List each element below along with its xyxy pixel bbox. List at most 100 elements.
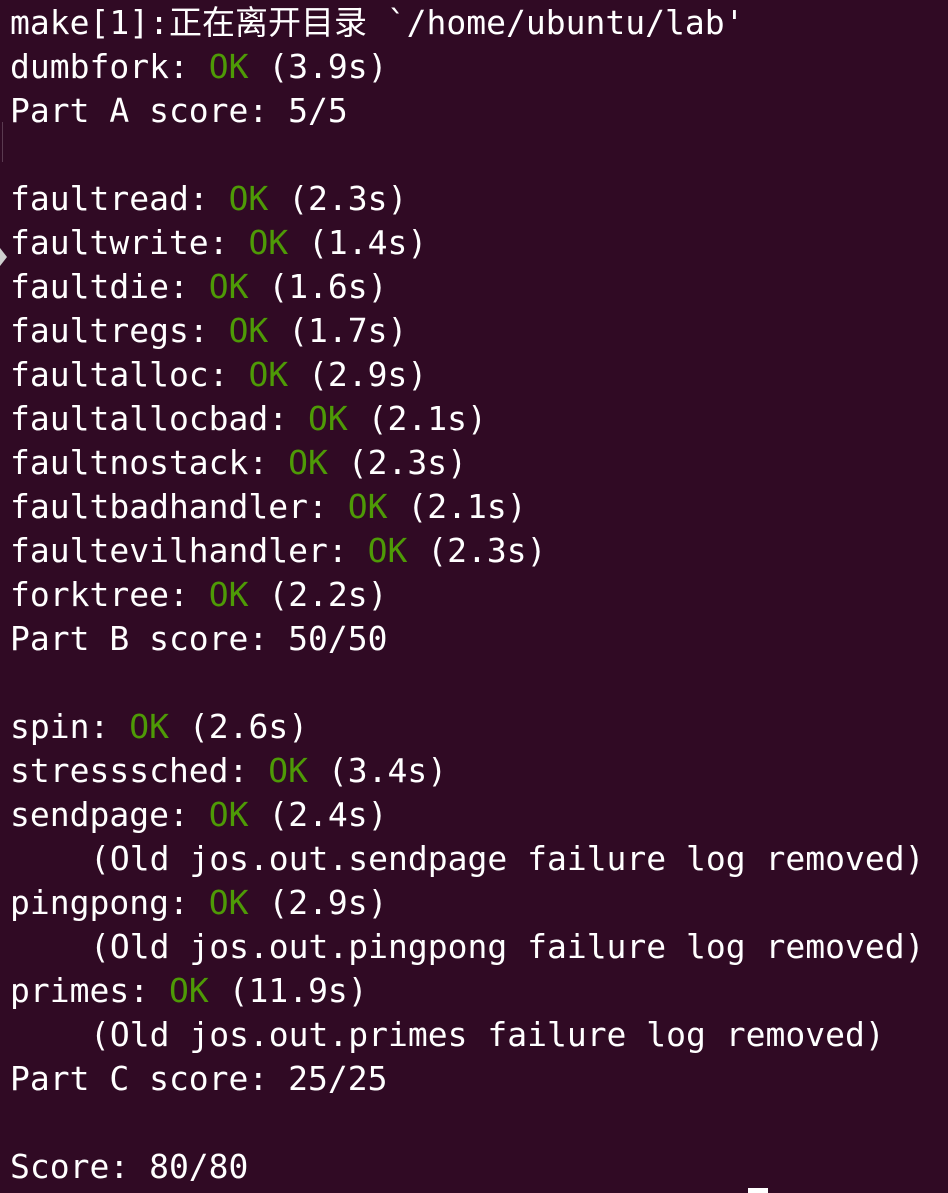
status-ok: OK [208,267,249,306]
status-ok: OK [367,531,408,570]
score-line: Part A score: 5/5 [10,89,945,133]
separator: : [327,531,368,570]
separator: : [188,179,229,218]
test-name: faultallocbad [10,399,269,438]
separator: : [248,443,289,482]
separator: : [228,751,269,790]
test-result-line: forktree: OK (2.2s) [10,573,945,617]
test-duration: (1.4s) [308,223,428,262]
test-result-line: sendpage: OK (2.4s) [10,793,945,837]
terminal-cursor [748,1188,768,1193]
separator: : [168,47,209,86]
status-ok: OK [168,971,209,1010]
line-text: make[1]:正在离开目录 `/home/ubuntu/lab' [10,3,745,42]
test-name: primes [10,971,130,1010]
status-ok: OK [208,795,249,834]
status-ok: OK [288,443,328,482]
test-name: faultread [10,179,189,218]
test-result-line: faultdie: OK (1.6s) [10,265,945,309]
test-duration: (3.9s) [268,47,388,86]
test-result-line: faultbadhandler: OK (2.1s) [10,485,945,529]
separator: : [168,883,209,922]
test-result-line: faultallocbad: OK (2.1s) [10,397,945,441]
test-name: faultalloc [10,355,209,394]
test-result-line: dumbfork: OK (3.9s) [10,45,945,89]
test-name: faultbadhandler [10,487,309,526]
line-text: Part C score: 25/25 [10,1059,388,1098]
test-name: faultnostack [10,443,249,482]
note-text: (Old jos.out.pingpong failure log remove… [90,927,925,966]
scroll-edge-marker [2,122,3,162]
test-name: sendpage [10,795,169,834]
separator: : [268,399,309,438]
score-line: Part C score: 25/25 [10,1057,945,1101]
separator: : [168,575,209,614]
test-name: spin [10,707,90,746]
test-name: faultwrite [10,223,209,262]
test-result-line: faultalloc: OK (2.9s) [10,353,945,397]
test-name: faultevilhandler [10,531,328,570]
test-result-line: stresssched: OK (3.4s) [10,749,945,793]
test-duration: (2.1s) [367,399,487,438]
note-text: (Old jos.out.primes failure log removed) [90,1015,885,1054]
note-line: (Old jos.out.sendpage failure log remove… [10,837,945,881]
separator: : [208,355,249,394]
score-line: Part B score: 50/50 [10,617,945,661]
note-line: (Old jos.out.pingpong failure log remove… [10,925,945,969]
test-name: pingpong [10,883,169,922]
test-duration: (2.3s) [427,531,547,570]
resize-arrow-icon [0,248,7,266]
status-ok: OK [208,575,249,614]
line-text: Score: 80/80 [10,1147,249,1186]
line-text: Part B score: 50/50 [10,619,388,658]
status-ok: OK [228,179,269,218]
test-result-line: pingpong: OK (2.9s) [10,881,945,925]
note-text: (Old jos.out.sendpage failure log remove… [90,839,925,878]
test-result-line: faultnostack: OK (2.3s) [10,441,945,485]
test-duration: (2.9s) [308,355,428,394]
terminal-line: make[1]:正在离开目录 `/home/ubuntu/lab' [10,1,945,45]
line-text: Part A score: 5/5 [10,91,348,130]
status-ok: OK [228,311,269,350]
test-result-line: primes: OK (11.9s) [10,969,945,1013]
status-ok: OK [208,47,249,86]
test-duration: (2.6s) [188,707,309,746]
test-duration: (2.1s) [407,487,527,526]
note-line: (Old jos.out.primes failure log removed) [10,1013,945,1057]
terminal-window[interactable]: make[1]:正在离开目录 `/home/ubuntu/lab' dumbfor… [0,0,948,1193]
separator: : [308,487,348,526]
test-name: forktree [10,575,169,614]
separator: : [129,971,169,1010]
test-name: stresssched [10,751,229,790]
status-ok: OK [308,399,348,438]
terminal-output: make[1]:正在离开目录 `/home/ubuntu/lab' dumbfor… [10,1,945,1189]
test-name: faultregs [10,311,189,350]
test-duration: (2.4s) [268,795,388,834]
test-result-line: faultwrite: OK (1.4s) [10,221,945,265]
separator: : [208,223,249,262]
separator: : [89,707,130,746]
test-result-line: spin: OK (2.6s) [10,705,945,749]
status-ok: OK [347,487,388,526]
test-duration: (1.6s) [268,267,388,306]
status-ok: OK [268,751,309,790]
test-duration: (2.3s) [288,179,408,218]
test-duration: (2.3s) [347,443,468,482]
test-duration: (2.2s) [268,575,388,614]
status-ok: OK [248,223,289,262]
